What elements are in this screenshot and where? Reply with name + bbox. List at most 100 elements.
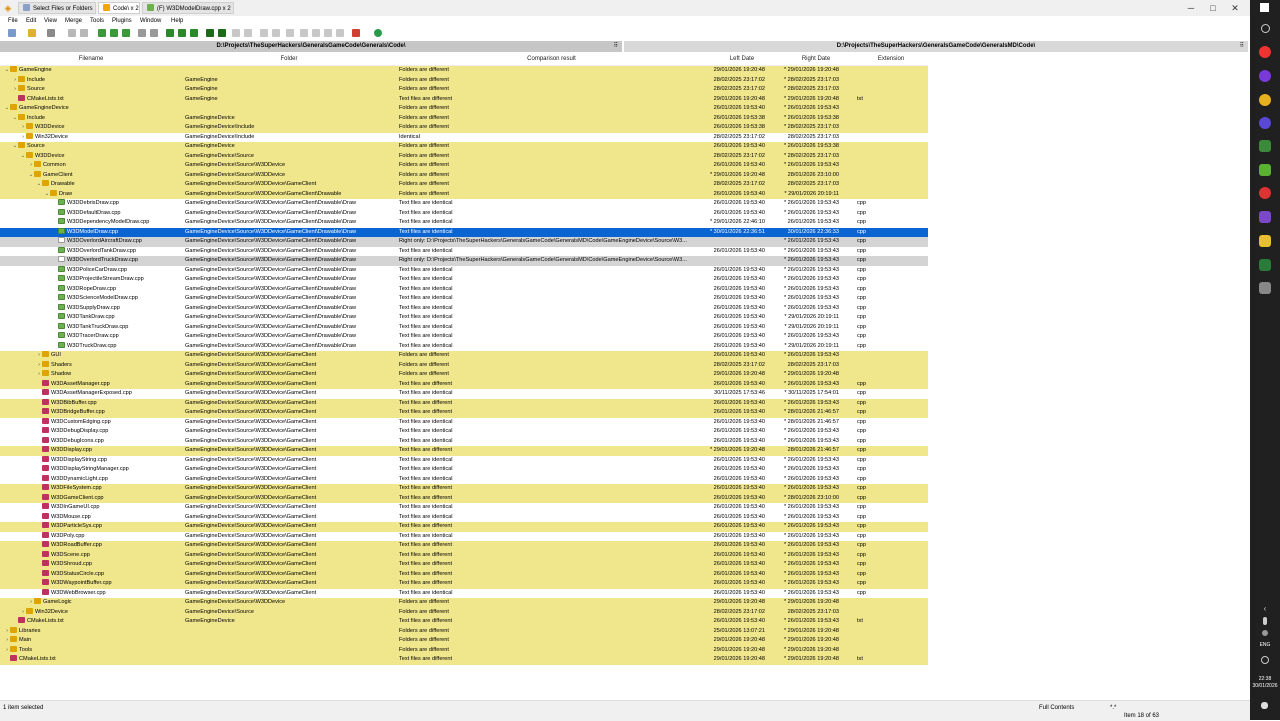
clock-date[interactable]: 30/01/2026 [1250, 683, 1280, 690]
table-row[interactable]: ⌄ Include GameEngineDevice Folders are diff… [0, 113, 928, 123]
winmerge-taskbar-icon[interactable] [1259, 140, 1271, 152]
table-row[interactable]: W3DTruckDraw.cpp GameEngineDevice\Source\… [0, 341, 928, 351]
table-row[interactable]: W3DTankTruckDraw.cpp GameEngineDevice\Sou… [0, 322, 928, 332]
table-row[interactable]: W3DRoadBuffer.cpp GameEngineDevice\Source… [0, 541, 928, 551]
table-row[interactable]: ⌄ W3DDevice GameEngineDevice\Source Folders… [0, 151, 928, 161]
column-extension[interactable]: Extension [855, 54, 927, 65]
table-row[interactable]: › Libraries Folders are different 25/01/202… [0, 626, 928, 636]
microphone-icon[interactable] [1263, 617, 1267, 625]
table-row[interactable]: ⌄ Drawable GameEngineDevice\Source\W3DDevi… [0, 180, 928, 190]
filter-status[interactable]: *.* [1110, 704, 1116, 712]
refresh-icon[interactable] [374, 29, 382, 37]
table-row[interactable]: W3DProjectileStreamDraw.cpp GameEngineDev… [0, 275, 928, 285]
copy-right-icon[interactable] [166, 29, 174, 37]
table-row[interactable]: W3DFileSystem.cpp GameEngineDevice\Source… [0, 484, 928, 494]
settings-icon[interactable] [1261, 656, 1269, 664]
move-first-icon[interactable] [260, 29, 268, 37]
table-row[interactable]: W3DParticleSys.cpp GameEngineDevice\Sourc… [0, 522, 928, 532]
move-last-icon[interactable] [272, 29, 280, 37]
table-row[interactable]: › Tools Folders are different 29/01/2026 19… [0, 645, 928, 655]
app-icon[interactable] [1259, 117, 1271, 129]
table-row[interactable]: W3DDebugDisplay.cpp GameEngineDevice\Sour… [0, 427, 928, 437]
minimize-button[interactable]: ─ [1180, 2, 1202, 14]
table-row[interactable]: W3DTankDraw.cpp GameEngineDevice\Source\W… [0, 313, 928, 323]
collapse-icon[interactable] [312, 29, 320, 37]
prev-diff-icon[interactable] [110, 29, 118, 37]
table-row[interactable]: W3DInGameUI.cpp GameEngineDevice\Source\W… [0, 503, 928, 513]
table-row[interactable]: W3DDisplayString.cpp GameEngineDevice\Sou… [0, 455, 928, 465]
menu-help[interactable]: Help [171, 17, 183, 26]
table-row[interactable]: CMakeLists.txt Text files are different 29… [0, 655, 928, 665]
save-icon[interactable] [47, 29, 55, 37]
merge-right-icon[interactable] [206, 29, 214, 37]
table-row[interactable]: ⌄ GameEngine Folders are different 29/01/20… [0, 66, 928, 76]
tab-select-files[interactable]: Select Files or Folders [18, 2, 96, 14]
table-row[interactable]: ⌄ Draw GameEngineDevice\Source\W3DDevice\G… [0, 189, 928, 199]
column-left-date[interactable]: Left Date [705, 54, 779, 65]
right-path-bar[interactable]: D:\Projects\TheSuperHackers\GeneralsGame… [624, 41, 1248, 52]
tab-file-compare[interactable]: (F) W3DModelDraw.cpp x 2 [142, 2, 234, 14]
table-row[interactable]: W3DShroud.cpp GameEngineDevice\Source\W3D… [0, 560, 928, 570]
close-button[interactable]: ✕ [1224, 2, 1246, 14]
redo-icon[interactable] [80, 29, 88, 37]
next-diff-icon[interactable] [98, 29, 106, 37]
menu-file[interactable]: File [8, 17, 18, 26]
table-row[interactable]: W3DScienceModelDraw.cpp GameEngineDevice\… [0, 294, 928, 304]
options-icon[interactable] [352, 29, 360, 37]
table-row[interactable]: › Common GameEngineDevice\Source\W3DDevice… [0, 161, 928, 171]
table-row[interactable]: W3DAssetManager.cpp GameEngineDevice\Sour… [0, 379, 928, 389]
table-row[interactable]: W3DScene.cpp GameEngineDevice\Source\W3DD… [0, 550, 928, 560]
table-row[interactable]: W3DMouse.cpp GameEngineDevice\Source\W3DD… [0, 512, 928, 522]
tab-code-compare[interactable]: Code\ x 2 [98, 2, 140, 14]
table-row[interactable]: › Include GameEngine Folders are different 2… [0, 75, 928, 85]
table-row[interactable]: ⌄ GameClient GameEngineDevice\Source\W3DDe… [0, 170, 928, 180]
first-diff-icon[interactable] [122, 29, 130, 37]
table-row[interactable]: W3DOverlordTankDraw.cpp GameEngineDevice\… [0, 246, 928, 256]
table-row[interactable]: › GUI GameEngineDevice\Source\W3DDevice\Ga… [0, 351, 928, 361]
table-row[interactable]: CMakeLists.txt GameEngine Text files are d… [0, 94, 928, 104]
app-icon[interactable] [1259, 282, 1271, 294]
table-row[interactable]: W3DTracerDraw.cpp GameEngineDevice\Source… [0, 332, 928, 342]
menu-window[interactable]: Window [140, 17, 161, 26]
new-icon[interactable] [8, 29, 16, 37]
app-icon[interactable] [1259, 164, 1271, 176]
delete-icon[interactable] [286, 29, 294, 37]
open-icon[interactable] [28, 29, 36, 37]
search-icon[interactable] [1261, 24, 1270, 33]
menu-plugins[interactable]: Plugins [112, 17, 132, 26]
table-row[interactable]: W3DBibBuffer.cpp GameEngineDevice\Source\… [0, 398, 928, 408]
left-path-bar[interactable]: D:\Projects\TheSuperHackers\GeneralsGame… [0, 41, 622, 52]
table-row[interactable]: W3DWaypointBuffer.cpp GameEngineDevice\So… [0, 579, 928, 589]
visual-studio-icon[interactable] [1259, 211, 1271, 223]
table-row[interactable]: › W3DDevice GameEngineDevice\Include Folder… [0, 123, 928, 133]
column-comparison-result[interactable]: Comparison result [399, 54, 704, 65]
merge-next-icon[interactable] [232, 29, 240, 37]
table-row[interactable]: W3DSupplyDraw.cpp GameEngineDevice\Source… [0, 303, 928, 313]
table-row[interactable]: W3DStatusCircle.cpp GameEngineDevice\Sour… [0, 569, 928, 579]
start-icon[interactable] [1260, 3, 1269, 12]
undo-icon[interactable] [68, 29, 76, 37]
pin-icon[interactable]: ⠿ [1240, 41, 1244, 52]
table-row[interactable]: W3DDependencyModelDraw.cpp GameEngineDevi… [0, 218, 928, 228]
table-row[interactable]: W3DWebBrowser.cpp GameEngineDevice\Source… [0, 588, 928, 598]
table-row[interactable]: › Win32Device GameEngineDevice\Source Folde… [0, 607, 928, 617]
table-row[interactable]: W3DBridgeBuffer.cpp GameEngineDevice\Sour… [0, 408, 928, 418]
table-row[interactable]: W3DDynamicLight.cpp GameEngineDevice\Sour… [0, 474, 928, 484]
table-row[interactable]: CMakeLists.txt GameEngineDevice Text files… [0, 617, 928, 627]
table-row[interactable]: W3DPoly.cpp GameEngineDevice\Source\W3DDe… [0, 531, 928, 541]
table-row[interactable]: W3DGameClient.cpp GameEngineDevice\Source… [0, 493, 928, 503]
pin-icon[interactable]: ⠿ [614, 41, 618, 52]
table-row[interactable]: W3DOverlordTruckDraw.cpp GameEngineDevice… [0, 256, 928, 266]
merge-left-icon[interactable] [218, 29, 226, 37]
app-icon[interactable] [1259, 259, 1271, 271]
table-row[interactable]: › Main Folders are different 29/01/2026 19:… [0, 636, 928, 646]
table-row[interactable]: W3DDebugIcons.cpp GameEngineDevice\Source… [0, 436, 928, 446]
notification-icon[interactable] [1261, 702, 1268, 709]
scroll-down-icon[interactable] [336, 29, 344, 37]
expand-icon[interactable] [300, 29, 308, 37]
table-row[interactable]: ⌄ Source GameEngineDevice Folders are diffe… [0, 142, 928, 152]
copy-left-icon[interactable] [178, 29, 186, 37]
clock-time[interactable]: 22:38 [1250, 676, 1280, 683]
menu-view[interactable]: View [44, 17, 57, 26]
copy-all-icon[interactable] [190, 29, 198, 37]
